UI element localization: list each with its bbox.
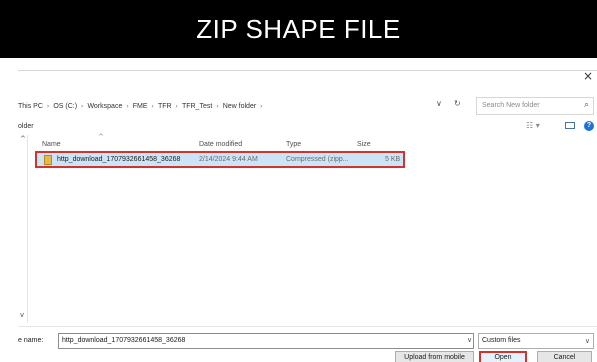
file-type-filter-value: Custom files	[482, 337, 521, 344]
breadcrumb-os-c[interactable]: OS (C:)	[53, 103, 77, 110]
file-size: 5 KB	[385, 156, 401, 163]
file-name-value: http_download_1707932661458_36268	[62, 337, 186, 344]
chevron-right-icon: ›	[260, 102, 263, 110]
search-input[interactable]: Search New folder ⌕	[476, 97, 594, 115]
file-name-label: e name:	[18, 337, 44, 344]
open-button[interactable]: Open	[479, 351, 527, 362]
chevron-right-icon: ›	[81, 102, 84, 110]
search-placeholder: Search New folder	[482, 102, 540, 109]
chevron-right-icon: ›	[216, 102, 219, 110]
banner-title: ZIP SHAPE FILE	[196, 14, 401, 44]
new-folder-button[interactable]: older	[18, 123, 34, 130]
zip-folder-icon	[44, 155, 52, 165]
scroll-up-icon[interactable]: ^	[20, 135, 26, 143]
file-type-filter[interactable]: Custom files ∨	[478, 333, 594, 349]
view-options-icon[interactable]: ☷ ▾	[526, 121, 540, 130]
title-banner: ZIP SHAPE FILE	[0, 0, 597, 58]
column-header-size[interactable]: Size	[357, 141, 371, 148]
breadcrumb-tfr-test[interactable]: TFR_Test	[182, 103, 212, 110]
chevron-down-icon: ∨	[584, 337, 590, 345]
chevron-right-icon: ›	[46, 102, 50, 110]
address-dropdown-icon[interactable]: ∨	[436, 99, 442, 108]
breadcrumb-this-pc[interactable]: This PC	[18, 103, 43, 110]
refresh-icon[interactable]: ↻	[454, 99, 461, 108]
help-icon[interactable]: ?	[584, 121, 594, 131]
preview-pane-icon[interactable]	[565, 122, 575, 129]
chevron-right-icon: ›	[151, 102, 154, 110]
cancel-button[interactable]: Cancel	[537, 351, 592, 362]
scroll-down-icon[interactable]: v	[20, 311, 24, 319]
address-bar[interactable]: This PC › OS (C:) › Workspace › FME › TF…	[18, 97, 478, 115]
column-header-date[interactable]: Date modified	[199, 141, 242, 148]
breadcrumb-workspace[interactable]: Workspace	[87, 103, 122, 110]
close-icon[interactable]: ×	[583, 71, 593, 83]
navigation-pane: ^ v	[18, 135, 28, 323]
file-row[interactable]: http_download_1707932661458_36268 2/14/2…	[35, 151, 405, 168]
chevron-right-icon: ›	[175, 102, 178, 110]
search-icon: ⌕	[583, 100, 589, 110]
divider	[18, 326, 597, 327]
column-header-name[interactable]: Name	[42, 141, 61, 148]
upload-from-mobile-button[interactable]: Upload from mobile	[395, 351, 474, 362]
chevron-right-icon: ›	[126, 102, 129, 110]
sort-ascending-icon: ^	[98, 133, 104, 141]
file-type: Compressed (zipp...	[286, 156, 349, 163]
file-name: http_download_1707932661458_36268	[57, 156, 181, 163]
breadcrumb-fme[interactable]: FME	[133, 103, 148, 110]
file-name-dropdown-icon[interactable]: ∨	[467, 336, 472, 344]
file-name-field[interactable]: http_download_1707932661458_36268	[58, 333, 474, 349]
breadcrumb-new-folder[interactable]: New folder	[223, 103, 256, 110]
open-file-dialog: × This PC › OS (C:) › Workspace › FME › …	[18, 70, 597, 362]
column-header-type[interactable]: Type	[286, 141, 301, 148]
file-date: 2/14/2024 9:44 AM	[199, 156, 258, 163]
breadcrumb-tfr[interactable]: TFR	[158, 103, 172, 110]
